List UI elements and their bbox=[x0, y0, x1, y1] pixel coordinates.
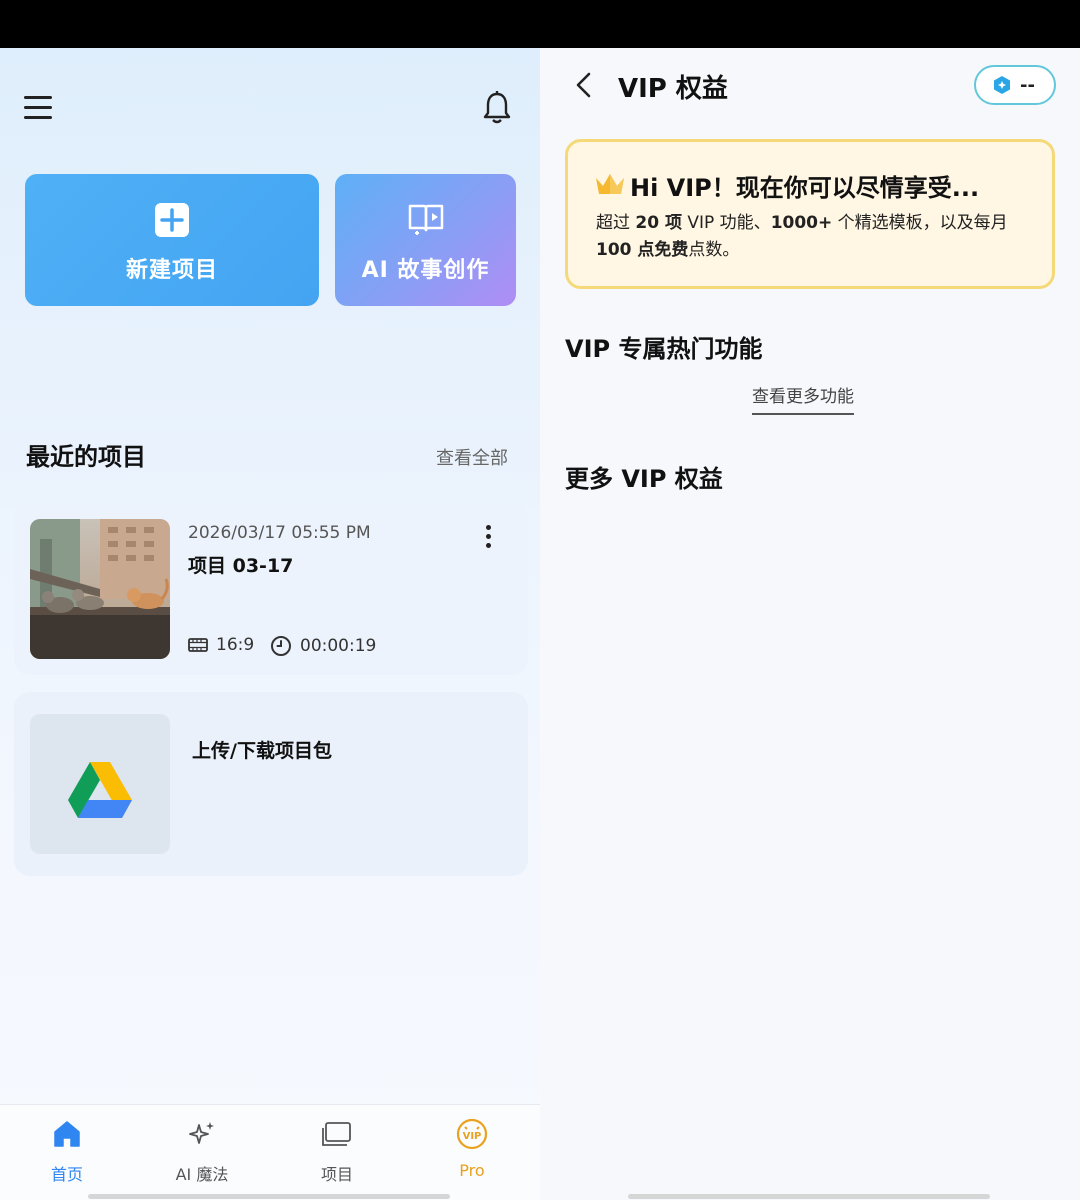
project-thumbnail[interactable] bbox=[30, 519, 170, 659]
new-project-label: 新建项目 bbox=[125, 258, 218, 283]
page-title: VIP 权益 bbox=[618, 74, 728, 104]
recent-projects-title: 最近的项目 bbox=[26, 443, 146, 471]
home-screen: 新建项目 AI 故事创作 最近的项目 查看全部 2026/03/17 05:55… bbox=[0, 48, 540, 1200]
home-icon bbox=[17, 1117, 117, 1151]
svg-text:VIP: VIP bbox=[463, 1131, 482, 1142]
tab-ai-magic[interactable]: AI 魔法 bbox=[152, 1117, 252, 1185]
bell-icon[interactable] bbox=[482, 91, 512, 125]
credits-pill[interactable]: -- bbox=[974, 65, 1056, 105]
menu-icon[interactable] bbox=[24, 96, 52, 120]
crown-icon bbox=[594, 172, 626, 200]
film-icon bbox=[188, 638, 208, 652]
tab-home-label: 首页 bbox=[50, 1165, 83, 1184]
upload-download-label: 上传/下载项目包 bbox=[192, 740, 332, 762]
tab-projects[interactable]: 项目 bbox=[287, 1117, 387, 1185]
status-bar bbox=[0, 0, 1080, 48]
vip-welcome-card: Hi VIP！现在你可以尽情享受... 超过 20 项 VIP 功能、1000+… bbox=[565, 139, 1055, 289]
upload-download-card[interactable]: 上传/下载项目包 bbox=[14, 692, 528, 876]
vip-benefits-screen: VIP 权益 -- Hi VIP！现在你可以尽情享受... 超过 20 项 VI… bbox=[540, 48, 1080, 1200]
ai-story-button[interactable]: AI 故事创作 bbox=[335, 174, 516, 306]
project-datetime: 2026/03/17 05:55 PM bbox=[188, 523, 371, 543]
more-vip-benefits-heading: 更多 VIP 权益 bbox=[565, 465, 723, 493]
sparkle-icon bbox=[152, 1117, 252, 1151]
view-all-link[interactable]: 查看全部 bbox=[436, 444, 508, 470]
tab-pro-label: Pro bbox=[459, 1161, 485, 1180]
home-indicator bbox=[88, 1194, 450, 1199]
see-more-features-link[interactable]: 查看更多功能 bbox=[752, 382, 854, 415]
aspect-ratio-text: 16:9 bbox=[216, 635, 255, 655]
vip-headline: Hi VIP！现在你可以尽情享受... bbox=[630, 174, 980, 202]
tab-pro[interactable]: VIP Pro bbox=[422, 1117, 522, 1180]
vip-description: 超过 20 项 VIP 功能、1000+ 个精选模板，以及每月 100 点免费点… bbox=[596, 213, 1008, 260]
tab-home[interactable]: 首页 bbox=[17, 1117, 117, 1185]
home-indicator bbox=[628, 1194, 990, 1199]
aspect-ratio-meta: 16:9 bbox=[188, 635, 254, 655]
coin-icon bbox=[994, 76, 1010, 94]
google-drive-icon bbox=[30, 714, 170, 854]
project-card[interactable]: 2026/03/17 05:55 PM 项目 03-17 16:9 00:00:… bbox=[14, 503, 528, 675]
vip-badge-icon: VIP bbox=[422, 1117, 522, 1151]
clock-icon bbox=[271, 636, 291, 656]
duration-text: 00:00:19 bbox=[300, 636, 377, 656]
plus-square-icon bbox=[154, 202, 190, 242]
back-arrow-icon[interactable] bbox=[574, 72, 594, 98]
bottom-tab-bar: 首页 AI 魔法 项目 VIP Pro bbox=[0, 1104, 540, 1200]
ai-story-label: AI 故事创作 bbox=[361, 258, 490, 283]
book-play-icon bbox=[407, 202, 445, 240]
vip-hot-features-heading: VIP 专属热门功能 bbox=[565, 335, 763, 363]
more-options-icon[interactable] bbox=[484, 525, 494, 551]
tab-ai-magic-label: AI 魔法 bbox=[175, 1165, 229, 1184]
new-project-button[interactable]: 新建项目 bbox=[25, 174, 319, 306]
credits-value: -- bbox=[1020, 74, 1035, 96]
folder-icon bbox=[287, 1117, 387, 1151]
project-name: 项目 03-17 bbox=[188, 555, 294, 577]
tab-projects-label: 项目 bbox=[320, 1165, 353, 1184]
duration-meta: 00:00:19 bbox=[270, 635, 376, 657]
